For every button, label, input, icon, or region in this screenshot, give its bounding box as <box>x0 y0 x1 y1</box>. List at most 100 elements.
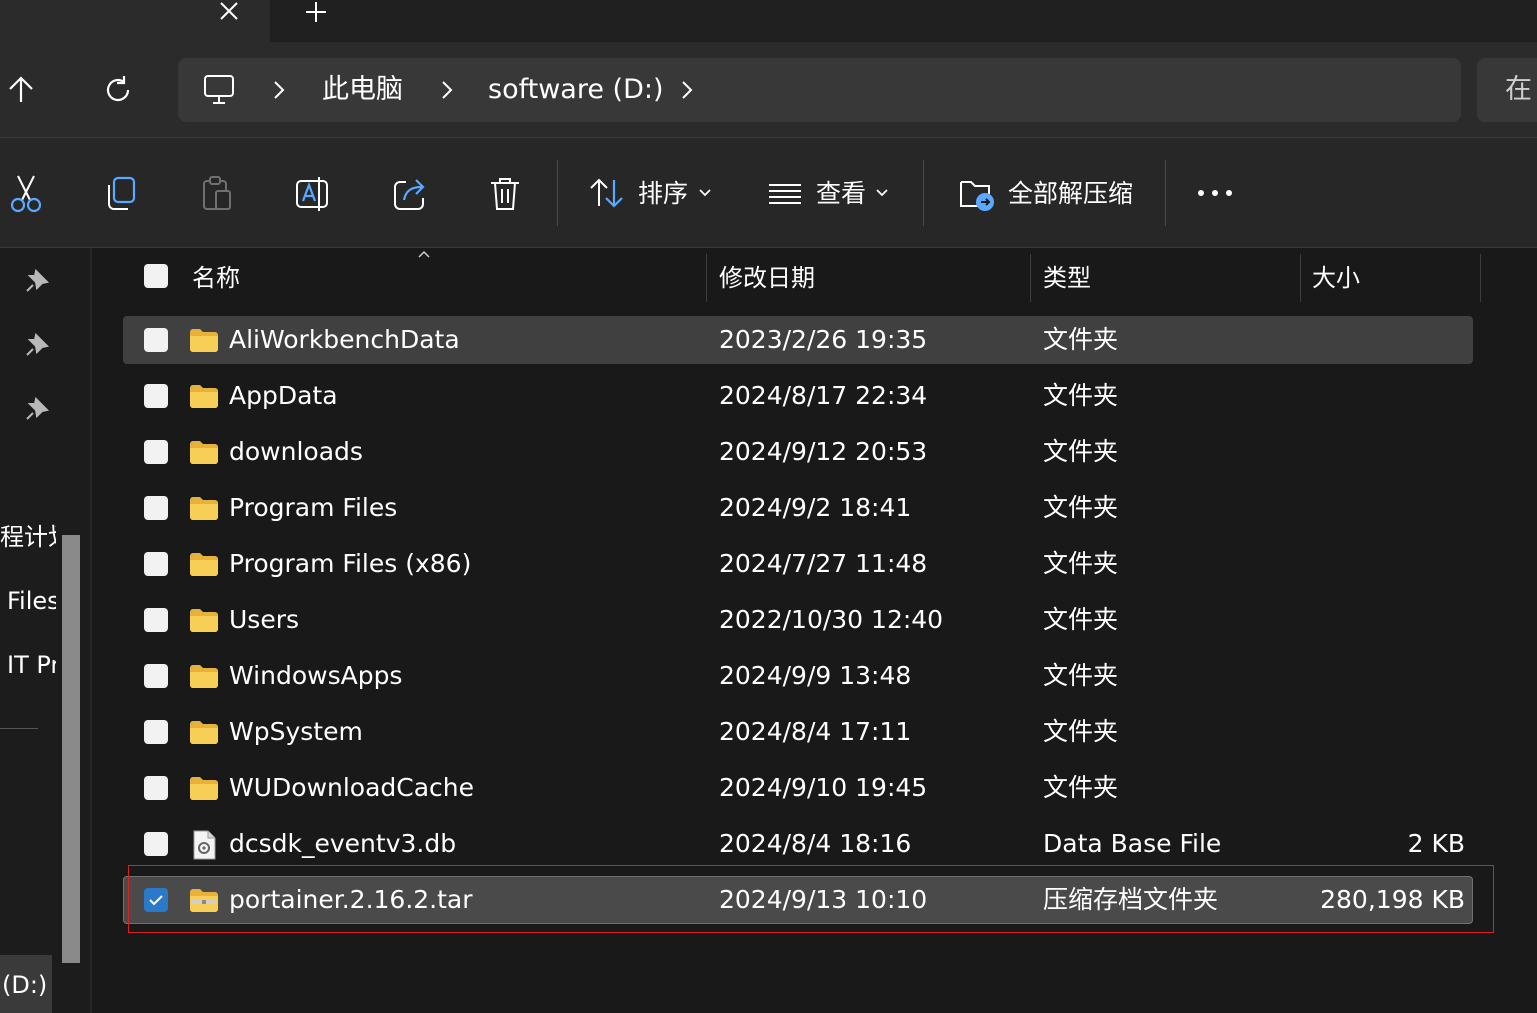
row-checkbox[interactable] <box>144 328 168 352</box>
file-name: downloads <box>229 437 363 466</box>
sidebar-scrollbar[interactable] <box>62 535 80 963</box>
column-header-size[interactable]: 大小 <box>1312 256 1360 300</box>
row-checkbox[interactable] <box>144 720 168 744</box>
close-icon[interactable] <box>216 0 242 24</box>
arrow-up-icon[interactable] <box>6 74 36 106</box>
copy-icon[interactable] <box>104 176 138 212</box>
column-header-type[interactable]: 类型 <box>1043 256 1091 300</box>
file-modified: 2024/9/2 18:41 <box>719 493 912 522</box>
file-row[interactable]: WpSystem 2024/8/4 17:11 文件夹 <box>123 708 1473 756</box>
row-checkbox[interactable] <box>144 664 168 688</box>
select-all-checkbox[interactable] <box>144 264 168 288</box>
column-separator[interactable] <box>1030 254 1031 302</box>
file-modified: 2024/9/9 13:48 <box>719 661 912 690</box>
file-row[interactable]: Program Files (x86) 2024/7/27 11:48 文件夹 <box>123 540 1473 588</box>
row-checkbox[interactable] <box>144 608 168 632</box>
file-row[interactable]: AppData 2024/8/17 22:34 文件夹 <box>123 372 1473 420</box>
sort-ascending-icon <box>416 248 432 260</box>
file-modified: 2024/7/27 11:48 <box>719 549 928 578</box>
sort-icon[interactable] <box>588 176 626 212</box>
file-modified: 2024/8/4 18:16 <box>719 829 912 858</box>
file-type: Data Base File <box>1043 829 1222 858</box>
chevron-right-icon[interactable] <box>438 78 456 102</box>
file-type: 文件夹 <box>1043 325 1119 354</box>
folder-icon <box>189 326 219 354</box>
file-modified: 2024/8/17 22:34 <box>719 381 928 410</box>
breadcrumb-this-pc[interactable]: 此电脑 <box>322 58 403 122</box>
view-list-icon[interactable] <box>768 180 802 208</box>
file-row[interactable]: Users 2022/10/30 12:40 文件夹 <box>123 596 1473 644</box>
column-header-modified[interactable]: 修改日期 <box>719 256 815 300</box>
file-row[interactable]: downloads 2024/9/12 20:53 文件夹 <box>123 428 1473 476</box>
folder-icon <box>189 438 219 466</box>
file-row[interactable]: Program Files 2024/9/2 18:41 文件夹 <box>123 484 1473 532</box>
file-modified: 2024/9/10 19:45 <box>719 773 928 802</box>
sidebar-item-drive-label: (D:) <box>2 971 48 999</box>
view-button-label[interactable]: 查看 <box>816 170 866 218</box>
file-row[interactable]: dcsdk_eventv3.db 2024/8/4 18:16 Data Base … <box>123 820 1473 868</box>
chevron-down-icon[interactable] <box>874 186 890 200</box>
extract-all-button-label[interactable]: 全部解压缩 <box>1008 170 1133 218</box>
extract-folder-icon[interactable] <box>958 176 996 212</box>
pin-icon[interactable] <box>24 268 50 294</box>
rename-icon[interactable] <box>295 175 331 213</box>
file-modified: 2023/2/26 19:35 <box>719 325 928 354</box>
file-type: 文件夹 <box>1043 493 1119 522</box>
row-checkbox[interactable] <box>144 384 168 408</box>
file-name: Users <box>229 605 300 634</box>
toolbar-separator <box>557 160 558 226</box>
file-name: WUDownloadCache <box>229 773 475 802</box>
sidebar-item-plan[interactable]: 程计划 <box>0 520 56 554</box>
breadcrumb-drive[interactable]: software (D:) <box>488 58 664 122</box>
file-row[interactable]: WindowsApps 2024/9/9 13:48 文件夹 <box>123 652 1473 700</box>
row-checkbox[interactable] <box>144 832 168 856</box>
share-icon[interactable] <box>392 176 428 212</box>
sidebar-item-it[interactable]: IT Pr <box>7 648 56 682</box>
column-header-name[interactable]: 名称 <box>192 256 240 300</box>
folder-icon <box>189 774 219 802</box>
folder-icon <box>189 550 219 578</box>
scissors-icon[interactable] <box>8 174 44 214</box>
paste-icon[interactable] <box>200 175 234 213</box>
chevron-right-icon[interactable] <box>270 78 288 102</box>
column-separator[interactable] <box>1300 254 1301 302</box>
sidebar-item-files[interactable]: Files <box>7 584 56 618</box>
plus-icon[interactable] <box>303 0 329 24</box>
file-type: 文件夹 <box>1043 549 1119 578</box>
pin-icon[interactable] <box>24 332 50 358</box>
refresh-icon[interactable] <box>102 74 134 106</box>
file-name: Program Files <box>229 493 398 522</box>
file-name: AppData <box>229 381 338 410</box>
row-checkbox[interactable] <box>144 440 168 464</box>
divider <box>0 728 38 729</box>
column-separator[interactable] <box>1480 254 1481 302</box>
row-checkbox[interactable] <box>144 552 168 576</box>
toolbar-separator <box>923 160 924 226</box>
file-name: dcsdk_eventv3.db <box>229 829 457 858</box>
trash-icon[interactable] <box>488 175 522 213</box>
file-row[interactable]: AliWorkbenchData 2023/2/26 19:35 文件夹 <box>123 316 1473 364</box>
chevron-right-icon[interactable] <box>678 78 696 102</box>
row-checkbox[interactable] <box>144 496 168 520</box>
folder-icon <box>189 382 219 410</box>
file-row[interactable]: WUDownloadCache 2024/9/10 19:45 文件夹 <box>123 764 1473 812</box>
pin-icon[interactable] <box>24 396 50 422</box>
more-icon[interactable] <box>1196 184 1234 202</box>
chevron-down-icon[interactable] <box>697 186 713 200</box>
folder-icon <box>189 494 219 522</box>
file-name: WindowsApps <box>229 661 403 690</box>
file-type: 文件夹 <box>1043 661 1119 690</box>
file-type: 文件夹 <box>1043 773 1119 802</box>
file-name: AliWorkbenchData <box>229 325 460 354</box>
toolbar-separator <box>1165 160 1166 226</box>
row-checkbox[interactable] <box>144 776 168 800</box>
monitor-icon[interactable] <box>202 73 236 107</box>
folder-icon <box>189 606 219 634</box>
pane-divider[interactable] <box>90 248 92 1013</box>
annotation-highlight <box>128 865 1494 933</box>
column-separator[interactable] <box>706 254 707 302</box>
file-size: 2 KB <box>1407 829 1465 858</box>
file-type: 文件夹 <box>1043 605 1119 634</box>
sort-button-label[interactable]: 排序 <box>638 170 688 218</box>
file-modified: 2024/9/12 20:53 <box>719 437 928 466</box>
